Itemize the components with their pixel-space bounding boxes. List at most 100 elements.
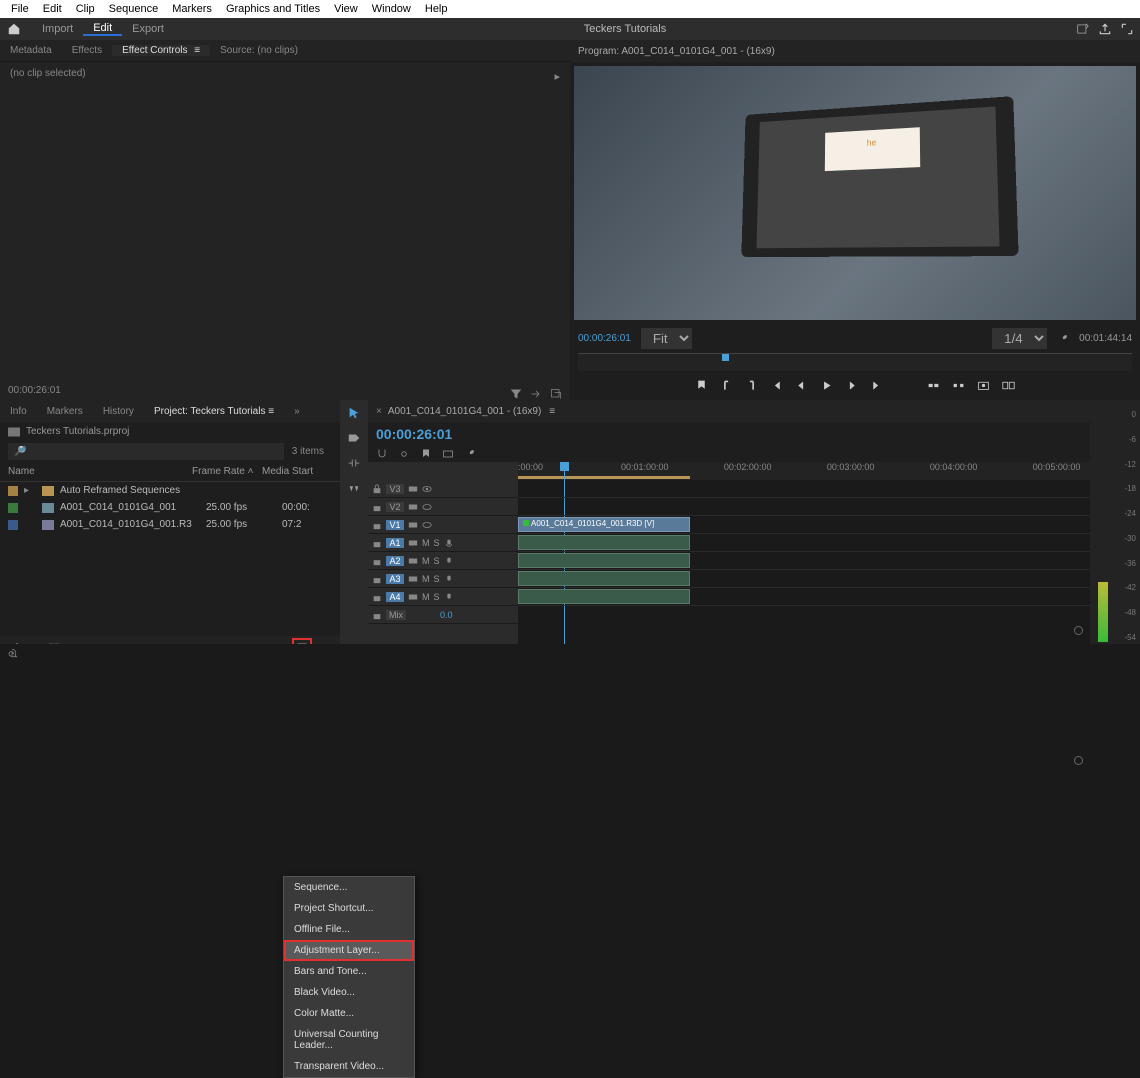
linked-selection-icon[interactable] (398, 448, 410, 460)
arrow-icon[interactable] (530, 388, 542, 400)
workspace-edit-tab[interactable]: Edit (83, 22, 122, 36)
col-header-mediastart[interactable]: Media Start (262, 466, 332, 477)
menu-item-project-shortcut[interactable]: Project Shortcut... (284, 898, 414, 919)
fullscreen-icon[interactable] (1120, 22, 1134, 36)
zoom-fit-dropdown[interactable]: Fit (641, 328, 692, 349)
menu-edit[interactable]: Edit (36, 3, 69, 15)
panel-menu-icon[interactable]: ≡ (194, 45, 200, 56)
project-search-input[interactable] (8, 443, 284, 460)
mark-out-button[interactable] (745, 379, 758, 392)
menu-item-offline-file[interactable]: Offline File... (284, 919, 414, 940)
overflow-icon[interactable]: » (284, 406, 310, 417)
menu-item-sequence[interactable]: Sequence... (284, 877, 414, 898)
lock-icon[interactable] (372, 484, 382, 494)
snap-icon[interactable] (376, 448, 388, 460)
timeline-tracks-area[interactable]: :00:00 00:01:00:00 00:02:00:00 00:03:00:… (518, 462, 1090, 662)
eye-icon[interactable] (422, 484, 432, 494)
sync-icon[interactable] (6, 647, 18, 659)
wrench-timeline-icon[interactable] (464, 448, 476, 460)
program-timecode[interactable]: 00:00:26:01 (578, 333, 631, 344)
project-column-headers[interactable]: Name Frame Rate ˄ Media Start (0, 462, 340, 482)
settings-icon[interactable] (442, 448, 454, 460)
tab-project[interactable]: Project: Teckers Tutorials ≡ (144, 406, 284, 417)
scroll-handle-bottom[interactable] (1074, 756, 1083, 765)
filter-icon[interactable] (510, 388, 522, 400)
menu-item-transparent-video[interactable]: Transparent Video... (284, 1056, 414, 1077)
track-v3[interactable]: V3 (368, 480, 518, 498)
workspace-export-tab[interactable]: Export (122, 23, 174, 35)
workspace-import-tab[interactable]: Import (32, 23, 83, 35)
menu-clip[interactable]: Clip (69, 3, 102, 15)
program-ruler[interactable] (578, 353, 1132, 371)
tab-source[interactable]: Source: (no clips) (210, 45, 308, 56)
playhead-icon[interactable] (722, 354, 729, 361)
extract-button[interactable] (952, 379, 965, 392)
timeline-ruler[interactable]: :00:00 00:01:00:00 00:02:00:00 00:03:00:… (518, 462, 1090, 480)
lift-button[interactable] (927, 379, 940, 392)
project-row-folder[interactable]: ▸ Auto Reframed Sequences (0, 482, 340, 499)
menu-file[interactable]: File (4, 3, 36, 15)
track-select-tool[interactable] (347, 431, 361, 448)
mark-in-button[interactable] (720, 379, 733, 392)
marker-icon[interactable] (420, 448, 432, 460)
track-mix[interactable]: Mix0.0 (368, 606, 518, 624)
tab-history[interactable]: History (93, 406, 144, 417)
expand-icon[interactable]: ▸ (24, 485, 36, 496)
menu-window[interactable]: Window (365, 3, 418, 15)
track-a1[interactable]: A1MS (368, 534, 518, 552)
step-back-button[interactable] (795, 379, 808, 392)
ripple-edit-tool[interactable] (347, 456, 361, 473)
timeline-timecode[interactable]: 00:00:26:01 (376, 426, 452, 442)
resolution-dropdown[interactable]: 1/4 (992, 328, 1047, 349)
col-header-name[interactable]: Name (8, 466, 192, 477)
go-to-out-button[interactable] (870, 379, 883, 392)
scroll-handle-top[interactable] (1074, 626, 1083, 635)
program-monitor[interactable]: he (574, 66, 1136, 320)
menu-item-bars-tone[interactable]: Bars and Tone... (284, 961, 414, 982)
toggle-output-icon[interactable] (408, 484, 418, 494)
play-button[interactable] (820, 379, 833, 392)
menu-item-black-video[interactable]: Black Video... (284, 982, 414, 1003)
tab-effects[interactable]: Effects (62, 45, 112, 56)
menu-markers[interactable]: Markers (165, 3, 219, 15)
track-v1[interactable]: V1 (368, 516, 518, 534)
go-to-in-button[interactable] (770, 379, 783, 392)
audio-clip-a2[interactable] (518, 553, 690, 568)
menu-item-adjustment-layer[interactable]: Adjustment Layer... (284, 940, 414, 961)
sequence-name[interactable]: A001_C014_0101G4_001 - (16x9) (388, 406, 541, 417)
comparison-button[interactable] (1002, 379, 1015, 392)
track-a4[interactable]: A4MS (368, 588, 518, 606)
work-area-bar[interactable] (518, 476, 690, 479)
video-clip[interactable]: A001_C014_0101G4_001.R3D [V] (518, 517, 690, 532)
tab-effect-controls[interactable]: Effect Controls ≡ (112, 45, 210, 56)
pen-tool[interactable] (347, 481, 361, 498)
track-v2[interactable]: V2 (368, 498, 518, 516)
export-frame-button[interactable] (977, 379, 990, 392)
share-icon[interactable] (1098, 22, 1112, 36)
chevron-right-icon[interactable]: ▸ (554, 70, 560, 83)
project-row-clip[interactable]: A001_C014_0101G4_001.R3 25.00 fps 07:2 (0, 516, 340, 533)
home-icon[interactable] (6, 22, 22, 36)
audio-clip-a1[interactable] (518, 535, 690, 550)
quick-export-icon[interactable] (1076, 22, 1090, 36)
col-header-framerate[interactable]: Frame Rate ˄ (192, 466, 262, 477)
popup-icon[interactable] (550, 388, 562, 400)
track-a2[interactable]: A2MS (368, 552, 518, 570)
menu-item-counting-leader[interactable]: Universal Counting Leader... (284, 1024, 414, 1056)
menu-graphics[interactable]: Graphics and Titles (219, 3, 327, 15)
audio-clip-a4[interactable] (518, 589, 690, 604)
selection-tool[interactable] (347, 406, 361, 423)
wrench-icon[interactable] (1057, 333, 1069, 345)
menu-help[interactable]: Help (418, 3, 455, 15)
tab-info[interactable]: Info (0, 406, 37, 417)
mic-icon[interactable] (444, 538, 454, 548)
step-forward-button[interactable] (845, 379, 858, 392)
menu-item-color-matte[interactable]: Color Matte... (284, 1003, 414, 1024)
add-marker-button[interactable] (695, 379, 708, 392)
menu-view[interactable]: View (327, 3, 365, 15)
audio-clip-a3[interactable] (518, 571, 690, 586)
project-row-sequence[interactable]: A001_C014_0101G4_001 25.00 fps 00:00: (0, 499, 340, 516)
menu-sequence[interactable]: Sequence (102, 3, 166, 15)
track-a3[interactable]: A3MS (368, 570, 518, 588)
tab-metadata[interactable]: Metadata (0, 45, 62, 56)
